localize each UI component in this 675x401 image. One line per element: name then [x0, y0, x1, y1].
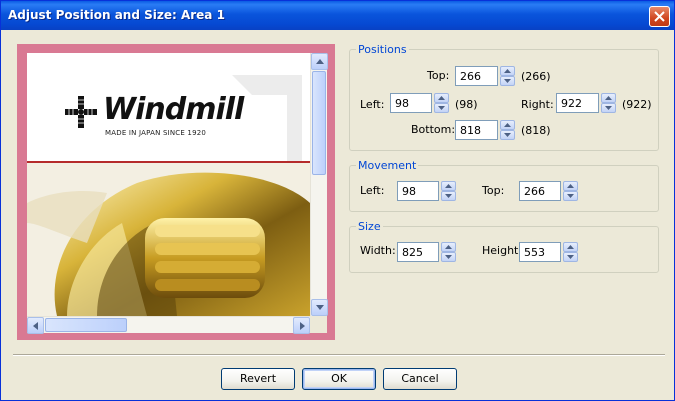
chevron-up-icon — [438, 96, 445, 100]
chevron-up-icon — [504, 123, 511, 127]
chevron-up-icon — [445, 245, 452, 249]
spin-down-button[interactable] — [500, 76, 515, 86]
movement-group-title: Movement — [356, 159, 419, 172]
positions-left-spinner[interactable] — [434, 93, 449, 113]
positions-right-label: Right: — [521, 98, 554, 111]
positions-top-label: Top: — [427, 69, 450, 82]
spin-up-button[interactable] — [500, 120, 515, 130]
chevron-up-icon — [567, 184, 574, 188]
chevron-down-icon — [438, 106, 445, 110]
spin-down-button[interactable] — [563, 252, 578, 262]
positions-left-input[interactable]: 98 — [390, 93, 432, 113]
dialog-window: Adjust Position and Size: Area 1 Windmil… — [0, 0, 675, 401]
horizontal-scrollbar[interactable] — [27, 316, 310, 334]
positions-bottom-label: Bottom: — [411, 123, 456, 136]
size-width-spinner[interactable] — [441, 242, 456, 262]
size-group-title: Size — [356, 220, 383, 233]
spin-up-button[interactable] — [563, 181, 578, 191]
cancel-button[interactable]: Cancel — [383, 368, 457, 390]
spin-up-button[interactable] — [441, 242, 456, 252]
vertical-scroll-thumb[interactable] — [312, 71, 326, 175]
revert-button[interactable]: Revert — [221, 368, 295, 390]
chevron-up-icon — [504, 69, 511, 73]
chevron-down-icon — [504, 133, 511, 137]
close-button[interactable] — [649, 6, 670, 27]
scroll-up-button[interactable] — [311, 53, 328, 70]
positions-bottom-input[interactable]: 818 — [455, 120, 498, 140]
movement-top-input[interactable]: 266 — [519, 181, 561, 201]
positions-top-input[interactable]: 266 — [455, 66, 498, 86]
spin-down-button[interactable] — [441, 252, 456, 262]
positions-left-original: (98) — [455, 98, 478, 111]
title-bar[interactable]: Adjust Position and Size: Area 1 — [1, 1, 674, 30]
spin-up-button[interactable] — [500, 66, 515, 76]
brand-tagline: MADE IN JAPAN SINCE 1920 — [105, 129, 207, 137]
chevron-right-icon — [300, 322, 305, 330]
chevron-up-icon — [445, 184, 452, 188]
movement-left-input[interactable]: 98 — [397, 181, 439, 201]
chevron-down-icon — [445, 255, 452, 259]
size-width-input[interactable]: 825 — [397, 242, 439, 262]
chevron-down-icon — [567, 255, 574, 259]
chevron-left-icon — [33, 322, 38, 330]
positions-bottom-original: (818) — [521, 124, 551, 137]
movement-top-label: Top: — [482, 184, 505, 197]
positions-right-original: (922) — [622, 98, 652, 111]
positions-left-label: Left: — [360, 98, 385, 111]
movement-left-label: Left: — [360, 184, 385, 197]
scroll-right-button[interactable] — [293, 317, 310, 334]
chevron-down-icon — [504, 79, 511, 83]
chevron-down-icon — [567, 194, 574, 198]
positions-bottom-spinner[interactable] — [500, 120, 515, 140]
movement-top-spinner[interactable] — [563, 181, 578, 201]
spin-down-button[interactable] — [441, 191, 456, 201]
positions-right-input[interactable]: 922 — [556, 93, 599, 113]
chevron-down-icon — [605, 106, 612, 110]
preview-viewport[interactable]: Windmill MADE IN JAPAN SINCE 1920 — [27, 53, 310, 316]
size-width-label: Width: — [360, 244, 396, 257]
spin-up-button[interactable] — [441, 181, 456, 191]
chevron-up-icon — [316, 59, 324, 64]
ok-button[interactable]: OK — [302, 368, 376, 390]
scroll-left-button[interactable] — [27, 317, 44, 334]
chevron-down-icon — [445, 194, 452, 198]
horizontal-scroll-thumb[interactable] — [45, 318, 127, 332]
spin-down-button[interactable] — [563, 191, 578, 201]
vertical-scrollbar[interactable] — [310, 53, 328, 316]
size-height-input[interactable]: 553 — [519, 242, 561, 262]
positions-group-title: Positions — [356, 43, 409, 56]
positions-top-original: (266) — [521, 70, 551, 83]
positions-top-spinner[interactable] — [500, 66, 515, 86]
positions-right-spinner[interactable] — [601, 93, 616, 113]
scroll-corner — [310, 316, 327, 333]
close-icon — [654, 11, 665, 22]
window-title: Adjust Position and Size: Area 1 — [8, 8, 225, 22]
size-height-spinner[interactable] — [563, 242, 578, 262]
chevron-down-icon — [316, 305, 324, 310]
size-height-label: Height — [482, 244, 519, 257]
chevron-up-icon — [605, 96, 612, 100]
spin-up-button[interactable] — [434, 93, 449, 103]
spin-down-button[interactable] — [601, 103, 616, 113]
preview-logo-area: Windmill MADE IN JAPAN SINCE 1920 — [27, 53, 310, 161]
chevron-up-icon — [567, 245, 574, 249]
preview-product-image — [27, 163, 310, 316]
spin-down-button[interactable] — [434, 103, 449, 113]
spin-up-button[interactable] — [563, 242, 578, 252]
brand-logo-text: Windmill — [103, 92, 244, 127]
movement-left-spinner[interactable] — [441, 181, 456, 201]
windmill-logo-icon — [65, 96, 97, 128]
scroll-down-button[interactable] — [311, 299, 328, 316]
dialog-separator — [13, 354, 665, 356]
spin-down-button[interactable] — [500, 130, 515, 140]
spin-up-button[interactable] — [601, 93, 616, 103]
